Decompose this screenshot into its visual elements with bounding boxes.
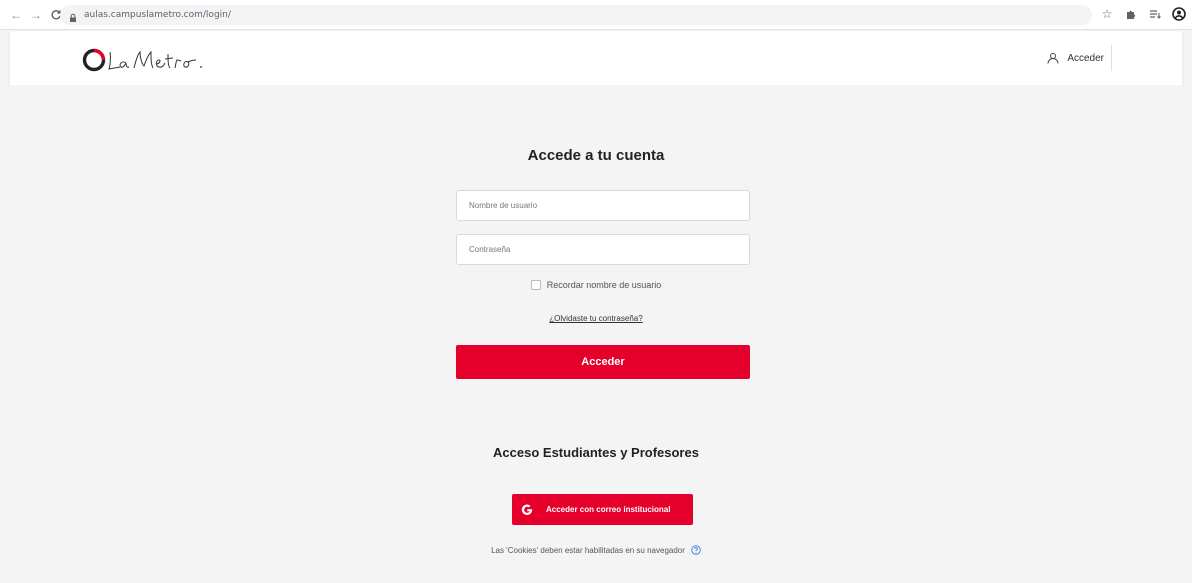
students-title: Acceso Estudiantes y Profesores: [493, 445, 699, 460]
header-divider: [1111, 45, 1112, 71]
remember-label: Recordar nombre de usuario: [546, 280, 662, 290]
remember-username[interactable]: Recordar nombre de usuario: [10, 280, 1182, 290]
address-bar[interactable]: aulas.campuslametro.com/login/: [60, 5, 1092, 25]
password-input[interactable]: [456, 234, 750, 265]
remember-checkbox[interactable]: [530, 280, 541, 290]
star-icon[interactable]: ☆: [1100, 6, 1114, 22]
extensions-icon[interactable]: [1124, 6, 1138, 22]
forward-arrow-icon[interactable]: →: [28, 7, 44, 23]
login-title: Accede a tu cuenta: [527, 147, 665, 164]
back-arrow-icon[interactable]: ←: [8, 7, 24, 23]
main-content: Accede a tu cuenta Recordar nombre de us…: [10, 85, 1182, 583]
browser-toolbar: ← → aulas.campuslametro.com/login/ ☆: [0, 0, 1192, 30]
url-text: aulas.campuslametro.com/login/: [84, 10, 231, 20]
user-icon: [1047, 52, 1059, 64]
lock-icon: [68, 10, 78, 22]
cookies-notice: Las 'Cookies' deben estar habilitadas en…: [10, 545, 1182, 555]
site-logo[interactable]: [80, 44, 220, 74]
site-header: Acceder: [10, 31, 1182, 85]
header-login-link[interactable]: Acceder: [1047, 31, 1104, 85]
help-icon[interactable]: [691, 545, 701, 555]
cookies-text: Las 'Cookies' deben estar habilitadas en…: [491, 545, 685, 555]
google-icon: [520, 503, 534, 517]
username-input[interactable]: [456, 190, 750, 221]
reading-list-icon[interactable]: [1148, 6, 1162, 22]
forgot-password-link[interactable]: ¿Olvidaste tu contraseña?: [10, 314, 1182, 323]
login-button[interactable]: Acceder: [456, 345, 750, 379]
google-login-label: Acceder con correo institucional: [546, 505, 671, 514]
header-login-label: Acceder: [1067, 52, 1104, 64]
profile-icon[interactable]: [1172, 6, 1186, 22]
google-login-button[interactable]: Acceder con correo institucional: [512, 494, 693, 525]
